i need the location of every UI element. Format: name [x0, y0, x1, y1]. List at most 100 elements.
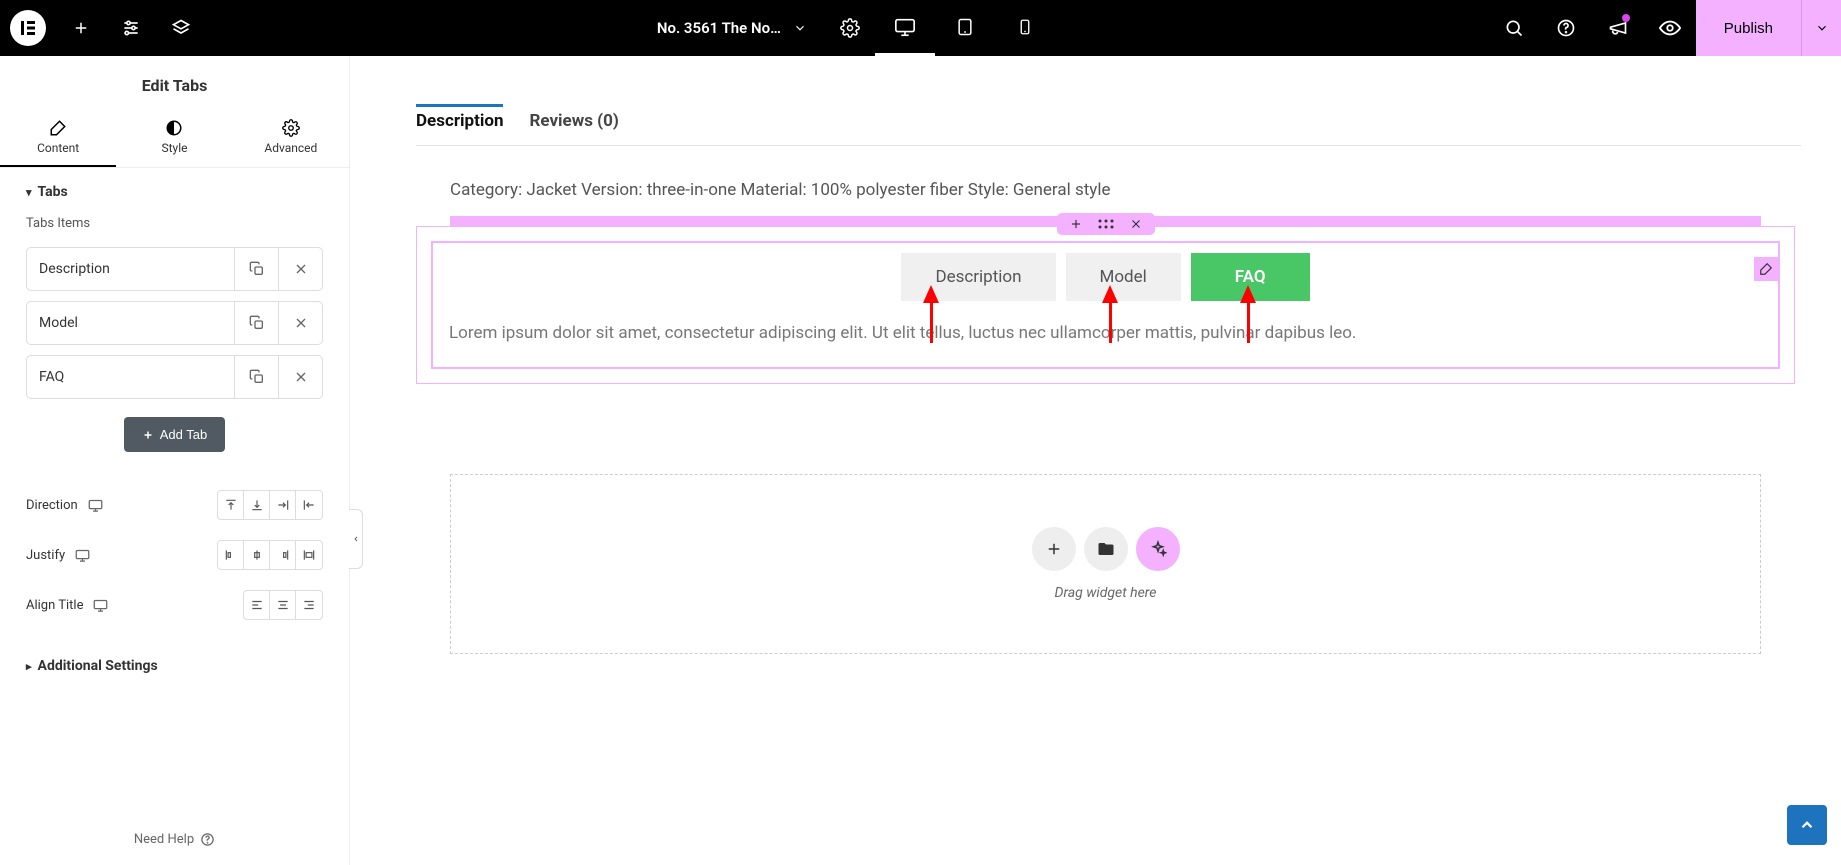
dropzone-add-button[interactable]	[1032, 527, 1076, 571]
tab-item-row[interactable]: Description	[26, 247, 323, 291]
add-element-button[interactable]	[56, 0, 106, 56]
direction-label: Direction	[26, 498, 78, 513]
top-bar: No. 3561 The No…	[0, 0, 1841, 56]
section-additional-header[interactable]: Additional Settings	[0, 642, 349, 684]
panel-tab-advanced-label: Advanced	[264, 141, 317, 155]
tabs-widget[interactable]: Description Model FAQ Lorem ipsum dolor …	[431, 241, 1780, 369]
tabs-widget-container[interactable]: Description Model FAQ Lorem ipsum dolor …	[416, 226, 1795, 384]
panel-tab-content[interactable]: Content	[0, 109, 116, 167]
notification-dot-icon	[1622, 14, 1630, 22]
help-button[interactable]	[1540, 0, 1592, 56]
widget-toolbar	[1057, 213, 1155, 235]
drop-zone[interactable]: Drag widget here	[450, 474, 1761, 654]
panel-tab-style[interactable]: Style	[116, 109, 232, 167]
tabs-items-label: Tabs Items	[26, 216, 323, 231]
tabs-items-list: Description Model	[26, 247, 323, 399]
panel-tab-advanced[interactable]: Advanced	[233, 109, 349, 167]
editor-sidebar: Edit Tabs Content Style Advanced Tabs	[0, 56, 350, 865]
tab-item-row[interactable]: FAQ	[26, 355, 323, 399]
e-tab-faq[interactable]: FAQ	[1191, 253, 1310, 301]
e-tabs-nav: Description Model FAQ	[433, 243, 1778, 301]
section-additional-label: Additional Settings	[38, 658, 158, 674]
elementor-logo-icon	[10, 10, 46, 46]
structure-button[interactable]	[156, 0, 206, 56]
widget-add-button[interactable]	[1069, 217, 1083, 231]
section-tabs-label: Tabs	[38, 184, 68, 200]
site-settings-button[interactable]	[106, 0, 156, 56]
responsive-icon[interactable]	[93, 598, 108, 613]
device-desktop[interactable]	[875, 0, 935, 56]
tab-item-copy-button[interactable]	[234, 302, 278, 344]
tab-item-copy-button[interactable]	[234, 356, 278, 398]
dropzone-ai-button[interactable]	[1136, 527, 1180, 571]
direction-end[interactable]	[270, 491, 296, 519]
topbar-right: Publish	[1488, 0, 1841, 56]
align-title-label: Align Title	[26, 598, 83, 613]
panel-title: Edit Tabs	[0, 56, 349, 109]
panel-tab-content-label: Content	[37, 141, 79, 155]
justify-start[interactable]	[218, 541, 244, 569]
direction-top[interactable]	[218, 491, 244, 519]
product-tabs: Description Reviews (0)	[416, 104, 1801, 146]
justify-center[interactable]	[244, 541, 270, 569]
dropzone-template-button[interactable]	[1084, 527, 1128, 571]
publish-options-button[interactable]	[1801, 0, 1841, 56]
elementor-logo[interactable]	[0, 0, 56, 56]
tab-item-remove-button[interactable]	[278, 302, 322, 344]
finder-button[interactable]	[1488, 0, 1540, 56]
align-title-options	[243, 590, 323, 620]
chevron-down-icon	[793, 21, 807, 35]
widget-edit-button[interactable]	[1754, 257, 1778, 281]
sidebar-footer: Need Help	[0, 814, 349, 865]
justify-label: Justify	[26, 548, 65, 563]
panel-tabs: Content Style Advanced	[0, 109, 349, 168]
page-settings-button[interactable]	[825, 0, 875, 56]
control-align-title: Align Title	[26, 586, 323, 624]
whats-new-button[interactable]	[1592, 0, 1644, 56]
preview-canvas: Description Reviews (0) Category: Jacket…	[350, 56, 1841, 865]
topbar-center: No. 3561 The No…	[206, 0, 1488, 56]
tab-item-label[interactable]: FAQ	[27, 356, 234, 398]
product-description-text: Category: Jacket Version: three-in-one M…	[410, 176, 1801, 208]
tab-item-copy-button[interactable]	[234, 248, 278, 290]
direction-options	[217, 490, 323, 520]
responsive-icon[interactable]	[88, 498, 103, 513]
justify-end[interactable]	[270, 541, 296, 569]
document-title: No. 3561 The No…	[657, 19, 781, 37]
scroll-to-top-button[interactable]	[1787, 805, 1827, 845]
control-justify: Justify	[26, 536, 323, 574]
document-switcher[interactable]: No. 3561 The No…	[639, 19, 825, 37]
need-help-link[interactable]: Need Help	[134, 832, 194, 847]
product-tab-reviews[interactable]: Reviews (0)	[529, 104, 618, 145]
help-icon	[200, 832, 215, 847]
align-left[interactable]	[244, 591, 270, 619]
preview-button[interactable]	[1644, 0, 1696, 56]
widget-delete-button[interactable]	[1129, 217, 1143, 231]
device-mobile[interactable]	[995, 0, 1055, 56]
device-tablet[interactable]	[935, 0, 995, 56]
e-tabs-content: Lorem ipsum dolor sit amet, consectetur …	[433, 301, 1778, 367]
widget-drag-handle[interactable]	[1097, 218, 1115, 230]
e-tab-model[interactable]: Model	[1066, 253, 1181, 301]
section-tabs-header[interactable]: Tabs	[0, 168, 349, 210]
direction-bottom[interactable]	[244, 491, 270, 519]
plus-icon	[142, 429, 154, 441]
e-tab-description[interactable]: Description	[901, 253, 1055, 301]
tab-item-remove-button[interactable]	[278, 248, 322, 290]
align-right[interactable]	[296, 591, 322, 619]
responsive-icon[interactable]	[75, 548, 90, 563]
topbar-left	[0, 0, 206, 56]
publish-button[interactable]: Publish	[1696, 0, 1801, 56]
tab-item-row[interactable]: Model	[26, 301, 323, 345]
align-center[interactable]	[270, 591, 296, 619]
justify-options	[217, 540, 323, 570]
tab-item-label[interactable]: Description	[27, 248, 234, 290]
justify-stretch[interactable]	[296, 541, 322, 569]
direction-start[interactable]	[296, 491, 322, 519]
panel-tab-style-label: Style	[161, 141, 187, 155]
product-tab-description[interactable]: Description	[416, 104, 503, 145]
add-tab-button[interactable]: Add Tab	[124, 417, 225, 452]
tab-item-label[interactable]: Model	[27, 302, 234, 344]
tab-item-remove-button[interactable]	[278, 356, 322, 398]
add-tab-label: Add Tab	[160, 427, 207, 442]
